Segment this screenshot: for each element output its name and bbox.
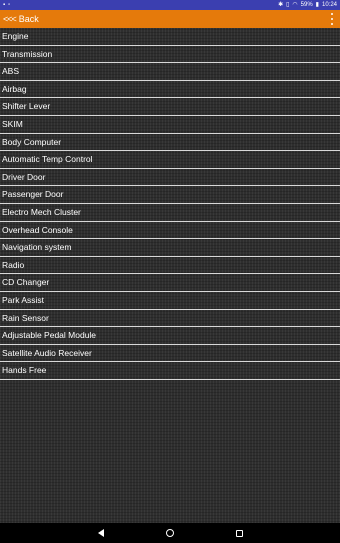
list-item-shifter-lever[interactable]: Shifter Lever <box>0 98 340 116</box>
status-bar: ▪ ▫ ✱ ▯ ◠ 59% ▮ 10:24 <box>0 0 340 10</box>
recent-apps-icon[interactable] <box>233 527 245 539</box>
back-icon[interactable] <box>95 527 107 539</box>
list-item-satellite-audio-receiver[interactable]: Satellite Audio Receiver <box>0 345 340 363</box>
bluetooth-icon: ✱ <box>278 2 284 8</box>
list-item-overhead-console[interactable]: Overhead Console <box>0 222 340 240</box>
list-item-adjustable-pedal-module[interactable]: Adjustable Pedal Module <box>0 327 340 345</box>
list-item-electro-mech-cluster[interactable]: Electro Mech Cluster <box>0 204 340 222</box>
battery-percent: 59% <box>300 2 313 8</box>
list-item-skim[interactable]: SKIM <box>0 116 340 134</box>
battery-icon: ▮ <box>315 2 319 8</box>
list-item-driver-door[interactable]: Driver Door <box>0 169 340 187</box>
notification-icon: ▪ <box>3 2 6 8</box>
list-item-navigation-system[interactable]: Navigation system <box>0 239 340 257</box>
home-icon[interactable] <box>164 527 176 539</box>
list-item-hands-free[interactable]: Hands Free <box>0 362 340 380</box>
wifi-icon: ◠ <box>292 2 298 8</box>
image-icon: ▫ <box>8 2 11 8</box>
list-item-transmission[interactable]: Transmission <box>0 46 340 64</box>
status-left-icons: ▪ ▫ <box>3 1 10 9</box>
list-item-cd-changer[interactable]: CD Changer <box>0 274 340 292</box>
list-item-body-computer[interactable]: Body Computer <box>0 134 340 152</box>
status-right-icons: ✱ ▯ ◠ 59% ▮ 10:24 <box>278 1 337 9</box>
list-item-radio[interactable]: Radio <box>0 257 340 275</box>
list-item-airbag[interactable]: Airbag <box>0 81 340 99</box>
navigation-bar <box>0 523 340 543</box>
module-list: Engine Transmission ABS Airbag Shifter L… <box>0 28 340 380</box>
list-item-park-assist[interactable]: Park Assist <box>0 292 340 310</box>
list-item-abs[interactable]: ABS <box>0 63 340 81</box>
overflow-menu-icon[interactable] <box>329 13 335 25</box>
list-item-rain-sensor[interactable]: Rain Sensor <box>0 310 340 328</box>
toolbar: <<< Back <box>0 10 340 28</box>
list-item-engine[interactable]: Engine <box>0 28 340 46</box>
list-item-automatic-temp-control[interactable]: Automatic Temp Control <box>0 151 340 169</box>
back-button[interactable]: <<< Back <box>3 12 39 26</box>
vibrate-icon: ▯ <box>286 2 290 8</box>
back-label: Back <box>18 14 39 24</box>
clock: 10:24 <box>321 2 337 8</box>
list-item-passenger-door[interactable]: Passenger Door <box>0 186 340 204</box>
back-arrow-icon: <<< <box>3 14 17 24</box>
